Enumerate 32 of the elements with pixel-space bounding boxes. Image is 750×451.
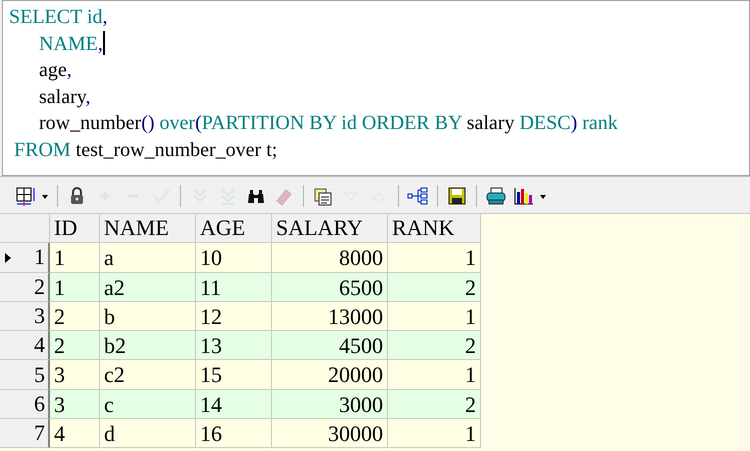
- code-line: salary,: [38, 84, 92, 110]
- row-header[interactable]: 6: [0, 390, 50, 420]
- row-header[interactable]: 5: [0, 360, 50, 390]
- row-header[interactable]: 2: [0, 272, 50, 302]
- column-header[interactable]: AGE: [196, 214, 272, 244]
- row-number: 7: [34, 420, 45, 446]
- code-line: NAME,: [38, 30, 106, 56]
- row-header[interactable]: 7: [0, 419, 50, 448]
- column-header[interactable]: NAME: [100, 214, 196, 244]
- row-number: 2: [34, 274, 45, 300]
- row-number: 4: [34, 332, 45, 358]
- row-header[interactable]: 4: [0, 331, 50, 360]
- column-header[interactable]: SALARY: [272, 214, 388, 244]
- column-header[interactable]: ID: [50, 214, 100, 244]
- row-header[interactable]: 3: [0, 302, 50, 332]
- row-number: 1: [34, 244, 45, 270]
- row-number: 3: [34, 303, 45, 330]
- table-cell: 1: [388, 419, 481, 448]
- code-line: row_number() over(PARTITION BY id ORDER BY salary DESC) rank: [38, 111, 619, 136]
- column-header[interactable]: RANK: [388, 214, 481, 244]
- row-header[interactable]: 1: [0, 243, 50, 273]
- table-cell: 4: [50, 419, 100, 448]
- current-row-indicator-icon: [5, 253, 11, 264]
- table-cell: d: [100, 419, 196, 448]
- code-line: SELECT id,: [9, 5, 109, 30]
- row-number: 5: [34, 362, 45, 388]
- sql-editor[interactable]: SELECT id, NAME, age, salary, row_number() over(PARTITION BY id ORDER BY salary DESC) rank FROM test_row_number_over t;: [2, 0, 750, 176]
- table-cell: 30000: [272, 419, 388, 448]
- row-number: 6: [34, 390, 45, 417]
- table-cell: 16: [196, 419, 272, 448]
- code-line: FROM test_row_number_over t;: [13, 138, 278, 162]
- code-line: age,: [38, 58, 73, 83]
